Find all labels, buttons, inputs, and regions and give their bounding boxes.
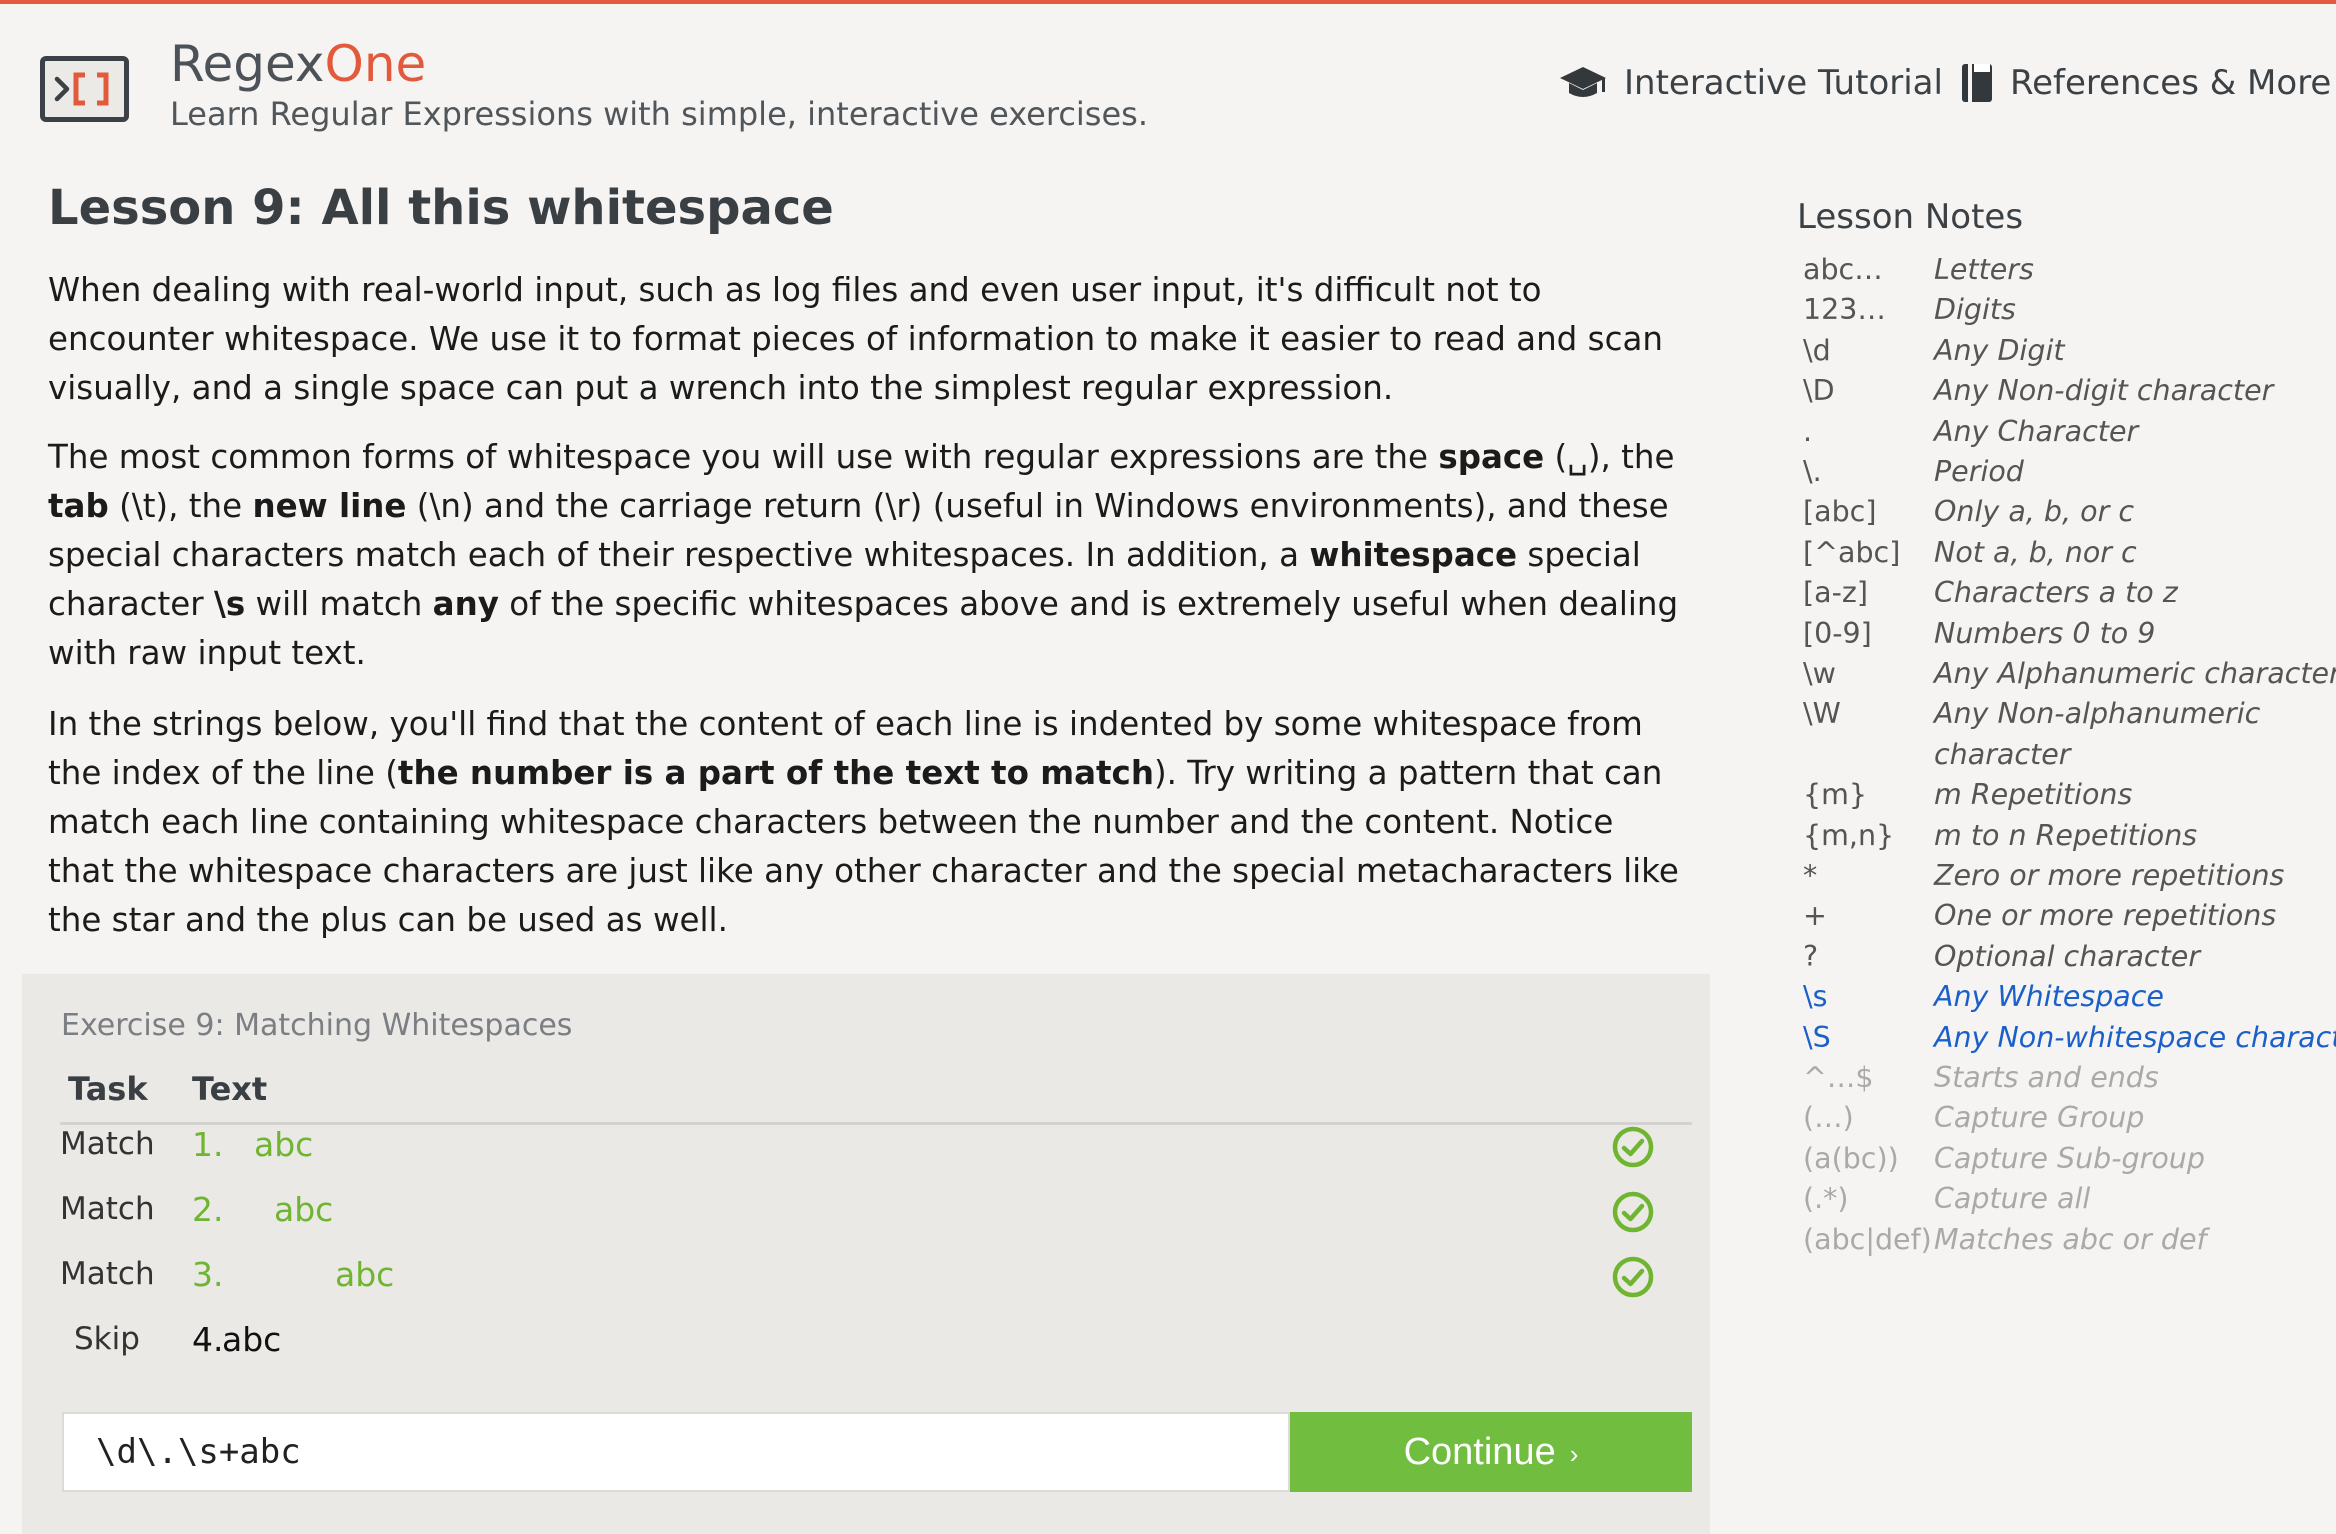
continue-button[interactable]: Continue › [1290, 1412, 1692, 1492]
lesson-note-symbol: \s [1803, 980, 1828, 1013]
lesson-note-symbol: \W [1803, 697, 1841, 730]
brand-tagline: Learn Regular Expressions with simple, i… [170, 95, 1148, 133]
lesson-note-description: m to n Repetitions [1934, 819, 2198, 852]
lesson-note-symbol: [a-z] [1803, 576, 1868, 609]
row-text: abc [274, 1190, 334, 1229]
lesson-note-symbol: [0-9] [1803, 617, 1872, 650]
lesson-note-description: Optional character [1934, 940, 2201, 973]
check-circle-icon [1612, 1256, 1654, 1302]
lesson-note-description: Letters [1934, 253, 2034, 286]
continue-label: Continue [1403, 1430, 1556, 1473]
table-row: Match 2. abc [22, 1181, 1710, 1241]
table-row: Match 1. abc [22, 1116, 1710, 1176]
lesson-note-symbol: 123… [1803, 293, 1886, 326]
regex-input[interactable] [62, 1412, 1290, 1492]
lesson-note-description: Zero or more repetitions [1934, 859, 2285, 892]
column-header-task: Task [68, 1070, 148, 1108]
row-text: abc [254, 1125, 314, 1164]
lesson-note-description: Capture all [1934, 1182, 2091, 1215]
lesson-note-description: Characters a to z [1934, 576, 2178, 609]
chevron-right-icon: › [1569, 1438, 1579, 1469]
lesson-note-symbol: {m} [1803, 778, 1868, 811]
lesson-note-symbol: \S [1803, 1021, 1831, 1054]
lesson-note-description: Capture Group [1934, 1101, 2145, 1134]
row-number: 3. [192, 1255, 224, 1294]
check-circle-icon [1612, 1126, 1654, 1172]
lesson-note-description: Capture Sub-group [1934, 1142, 2205, 1175]
lesson-paragraph-1: When dealing with real-world input, such… [48, 271, 1663, 407]
lesson-note-symbol: [abc] [1803, 495, 1877, 528]
graduation-cap-icon [1558, 63, 1608, 103]
lesson-note-description: One or more repetitions [1934, 899, 2277, 932]
lesson-note-symbol: (a(bc)) [1803, 1142, 1899, 1175]
lesson-note-description: Any Character [1934, 415, 2139, 448]
lesson-note-description: character [1934, 738, 2071, 771]
lesson-note-description: Matches abc or def [1934, 1223, 2207, 1256]
lesson-note-description: Any Alphanumeric character [1934, 657, 2336, 690]
row-task: Match [60, 1191, 155, 1227]
regex-bracket-icon [54, 72, 109, 106]
lesson-note-symbol: ? [1803, 940, 1819, 973]
lesson-note-symbol: \w [1803, 657, 1836, 690]
regexone-logo[interactable] [40, 56, 129, 122]
lesson-note-symbol: * [1803, 859, 1818, 892]
lesson-note-symbol: (…) [1803, 1101, 1854, 1134]
lesson-note-symbol: (abc|def) [1803, 1223, 1932, 1256]
nav-references[interactable]: References & More [1960, 58, 2331, 108]
lesson-note-symbol: [^abc] [1803, 536, 1901, 569]
lesson-note-symbol: ^…$ [1803, 1061, 1874, 1094]
row-text: abc [335, 1255, 395, 1294]
lesson-note-description: Any Digit [1934, 334, 2065, 367]
row-number: 2. [192, 1190, 224, 1229]
lesson-note-description: m Repetitions [1934, 778, 2133, 811]
lesson-note-description: Digits [1934, 293, 2016, 326]
nav-interactive-tutorial[interactable]: Interactive Tutorial [1558, 58, 1943, 108]
lesson-note-symbol: \d [1803, 334, 1831, 367]
column-header-text: Text [192, 1070, 268, 1108]
lesson-note-symbol: + [1803, 899, 1827, 932]
exercise-title: Exercise 9: Matching Whitespaces [61, 1008, 573, 1043]
row-text: abc [222, 1320, 282, 1359]
lesson-note-symbol: \D [1803, 374, 1835, 407]
nav-references-label: References & More [2010, 63, 2332, 103]
row-task: Skip [74, 1321, 140, 1357]
row-task: Match [60, 1256, 155, 1292]
lesson-paragraph-2: The most common forms of whitespace you … [48, 438, 1679, 672]
check-circle-icon [1612, 1191, 1654, 1237]
nav-interactive-tutorial-label: Interactive Tutorial [1624, 63, 1943, 103]
lesson-note-symbol: (.*) [1803, 1182, 1849, 1215]
lesson-paragraph-3: In the strings below, you'll find that t… [48, 705, 1679, 939]
lesson-note-description: Period [1934, 455, 2024, 488]
lesson-note-symbol: . [1803, 415, 1813, 448]
exercise-panel: Exercise 9: Matching Whitespaces Task Te… [22, 974, 1710, 1534]
lesson-title: Lesson 9: All this whitespace [48, 180, 834, 236]
table-row: Match 3. abc [22, 1246, 1710, 1306]
lesson-note-symbol: \. [1803, 455, 1822, 488]
lesson-note-symbol: {m,n} [1803, 819, 1895, 852]
lesson-note-description: Not a, b, nor c [1934, 536, 2137, 569]
book-icon [1960, 62, 1994, 104]
row-number: 4. [192, 1320, 224, 1359]
brand-name-accent: One [324, 35, 427, 93]
lesson-note-description: Numbers 0 to 9 [1934, 617, 2156, 650]
lesson-note-symbol: abc… [1803, 253, 1883, 286]
table-row: Skip 4. abc [22, 1311, 1710, 1371]
lesson-note-description: Any Whitespace [1934, 980, 2164, 1013]
top-accent-bar [0, 0, 2336, 4]
brand-name-start: Regex [170, 35, 325, 93]
lesson-note-description: Any Non-digit character [1934, 374, 2274, 407]
brand-name[interactable]: RegexOne [170, 34, 426, 94]
lesson-notes-title: Lesson Notes [1797, 197, 2024, 237]
lesson-note-description: Only a, b, or c [1934, 495, 2135, 528]
row-task: Match [60, 1126, 155, 1162]
row-number: 1. [192, 1125, 224, 1164]
lesson-note-description: Any Non-alphanumeric [1934, 697, 2261, 730]
lesson-note-description: Any Non-whitespace character [1934, 1021, 2336, 1054]
lesson-note-description: Starts and ends [1934, 1061, 2159, 1094]
